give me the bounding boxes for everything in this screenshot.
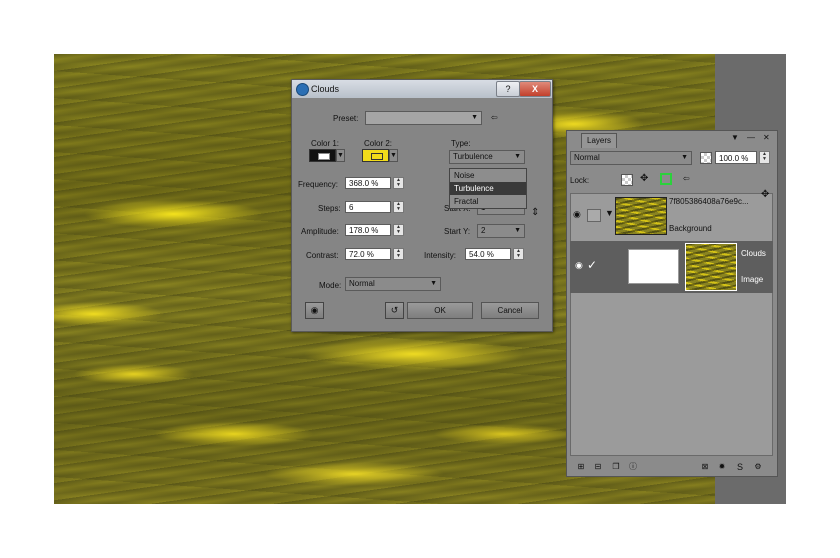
layer-thumbnail <box>685 243 737 291</box>
amplitude-label: Amplitude: <box>301 227 339 236</box>
type-option-turbulence[interactable]: Turbulence <box>450 182 526 195</box>
adjustment-icon[interactable]: ✹ <box>717 462 727 472</box>
add-mask-icon[interactable]: ⊠ <box>700 462 710 472</box>
opacity-checker-icon <box>700 152 712 164</box>
mode-select[interactable]: Normal ▼ <box>345 277 441 291</box>
new-layer-icon[interactable]: ⊞ <box>576 462 586 472</box>
layer-thumbnail <box>615 197 667 235</box>
type-dropdown-list: Noise Turbulence Fractal <box>449 168 527 209</box>
undo-icon: ↺ <box>390 305 399 315</box>
collapse-arrow-icon[interactable]: ▼ <box>605 208 614 218</box>
color2-dropdown[interactable]: ▼ <box>389 149 398 162</box>
color1-swatch[interactable] <box>309 149 336 162</box>
starty-label: Start Y: <box>444 227 471 236</box>
type-select[interactable]: Turbulence ▼ <box>449 150 525 164</box>
dialog-titlebar[interactable]: Clouds ? X <box>292 80 552 98</box>
lock-all-icon[interactable] <box>660 173 672 185</box>
mask-thumbnail <box>628 249 679 284</box>
new-group-icon[interactable]: ⊟ <box>593 462 603 472</box>
color2-swatch[interactable] <box>362 149 389 162</box>
settings-gear-icon[interactable]: ⚙ <box>753 462 763 472</box>
chevron-down-icon: ▼ <box>430 280 437 287</box>
color2-label: Color 2: <box>364 139 393 148</box>
frequency-field[interactable]: 368.0 % <box>345 177 391 189</box>
move-icon[interactable]: ✥ <box>761 189 769 200</box>
lock-link-icon[interactable]: ⇦ <box>683 174 690 183</box>
preset-select[interactable]: ▼ <box>365 111 482 125</box>
visibility-eye-icon[interactable]: ◉ <box>573 209 581 220</box>
close-button[interactable]: X <box>519 81 551 97</box>
clouds-dialog: Clouds ? X Preset: ▼ ⇦ Color 1: ▼ Color … <box>291 79 553 332</box>
visibility-eye-icon[interactable]: ◉ <box>575 260 583 271</box>
intensity-field[interactable]: 54.0 % <box>465 248 511 260</box>
help-button[interactable]: ? <box>496 81 520 97</box>
frequency-spinner[interactable]: ▲ ▼ <box>393 177 404 189</box>
type-label: Type: <box>451 139 471 148</box>
chevron-down-icon: ▼ <box>514 227 521 234</box>
app-icon <box>296 83 309 96</box>
blend-mode-select[interactable]: Normal ▼ <box>570 151 692 165</box>
layers-tab[interactable]: Layers <box>581 133 618 148</box>
lock-position-icon[interactable]: ✥ <box>640 173 648 184</box>
reset-button[interactable]: ↺ <box>385 302 404 319</box>
style-icon[interactable]: S <box>735 462 745 472</box>
intensity-spinner[interactable]: ▲ ▼ <box>513 248 524 260</box>
layer-sub-name: Background <box>669 224 712 233</box>
close-icon[interactable]: ✕ <box>763 133 770 142</box>
preset-label: Preset: <box>333 114 359 123</box>
steps-spinner[interactable]: ▲ ▼ <box>393 201 404 213</box>
contrast-spinner[interactable]: ▲ ▼ <box>393 248 404 260</box>
layers-panel: Layers ▼ — ✕ Normal ▼ 100.0 % ▲ ▼ Lock: ✥ … <box>566 130 778 477</box>
layer-name: Clouds <box>741 249 766 258</box>
ok-button[interactable]: OK <box>407 302 473 319</box>
layer-link-box[interactable] <box>587 209 601 222</box>
layer-properties-icon[interactable]: ⓘ <box>628 462 638 472</box>
preview-eye-button[interactable]: ◉ <box>305 302 324 319</box>
save-preset-icon[interactable]: ⇦ <box>491 113 498 122</box>
chevron-down-icon: ▼ <box>471 114 478 121</box>
color1-dropdown[interactable]: ▼ <box>336 149 345 162</box>
checkmark-icon: ✓ <box>587 258 598 272</box>
layer-row-clouds[interactable]: ◉ ✓ Clouds Image <box>570 241 773 293</box>
starty-select[interactable]: 2 ▼ <box>477 224 525 238</box>
layer-name: 7f805386408a76e9c... <box>669 197 749 206</box>
lock-label: Lock: <box>570 176 590 185</box>
cancel-button[interactable]: Cancel <box>481 302 539 319</box>
duplicate-layer-icon[interactable]: ❐ <box>611 462 621 472</box>
chevron-down-icon: ▼ <box>681 154 688 161</box>
contrast-field[interactable]: 72.0 % <box>345 248 391 260</box>
layer-row-background[interactable]: ◉ ▼ 7f805386408a76e9c... Background ✥ <box>570 189 773 243</box>
type-option-noise[interactable]: Noise <box>450 169 526 182</box>
opacity-field[interactable]: 100.0 % <box>715 151 757 164</box>
chevron-down-icon: ▼ <box>514 153 521 160</box>
contrast-label: Contrast: <box>306 251 339 260</box>
link-icon[interactable]: ⇕ <box>531 207 539 218</box>
steps-field[interactable]: 6 <box>345 201 391 213</box>
minimize-icon[interactable]: — <box>747 133 755 142</box>
amplitude-spinner[interactable]: ▲ ▼ <box>393 224 404 236</box>
panel-menu-icon[interactable]: ▼ <box>731 133 739 142</box>
opacity-spinner[interactable]: ▲ ▼ <box>759 151 770 164</box>
color1-label: Color 1: <box>311 139 340 148</box>
type-option-fractal[interactable]: Fractal <box>450 195 526 208</box>
steps-label: Steps: <box>318 204 341 213</box>
mode-label: Mode: <box>319 281 342 290</box>
amplitude-field[interactable]: 178.0 % <box>345 224 391 236</box>
eye-icon: ◉ <box>310 305 319 315</box>
lock-transparency-icon[interactable] <box>621 174 633 186</box>
frequency-label: Frequency: <box>298 180 339 189</box>
dialog-title: Clouds <box>311 84 340 94</box>
intensity-label: Intensity: <box>424 251 457 260</box>
layer-sub-name: Image <box>741 275 764 284</box>
